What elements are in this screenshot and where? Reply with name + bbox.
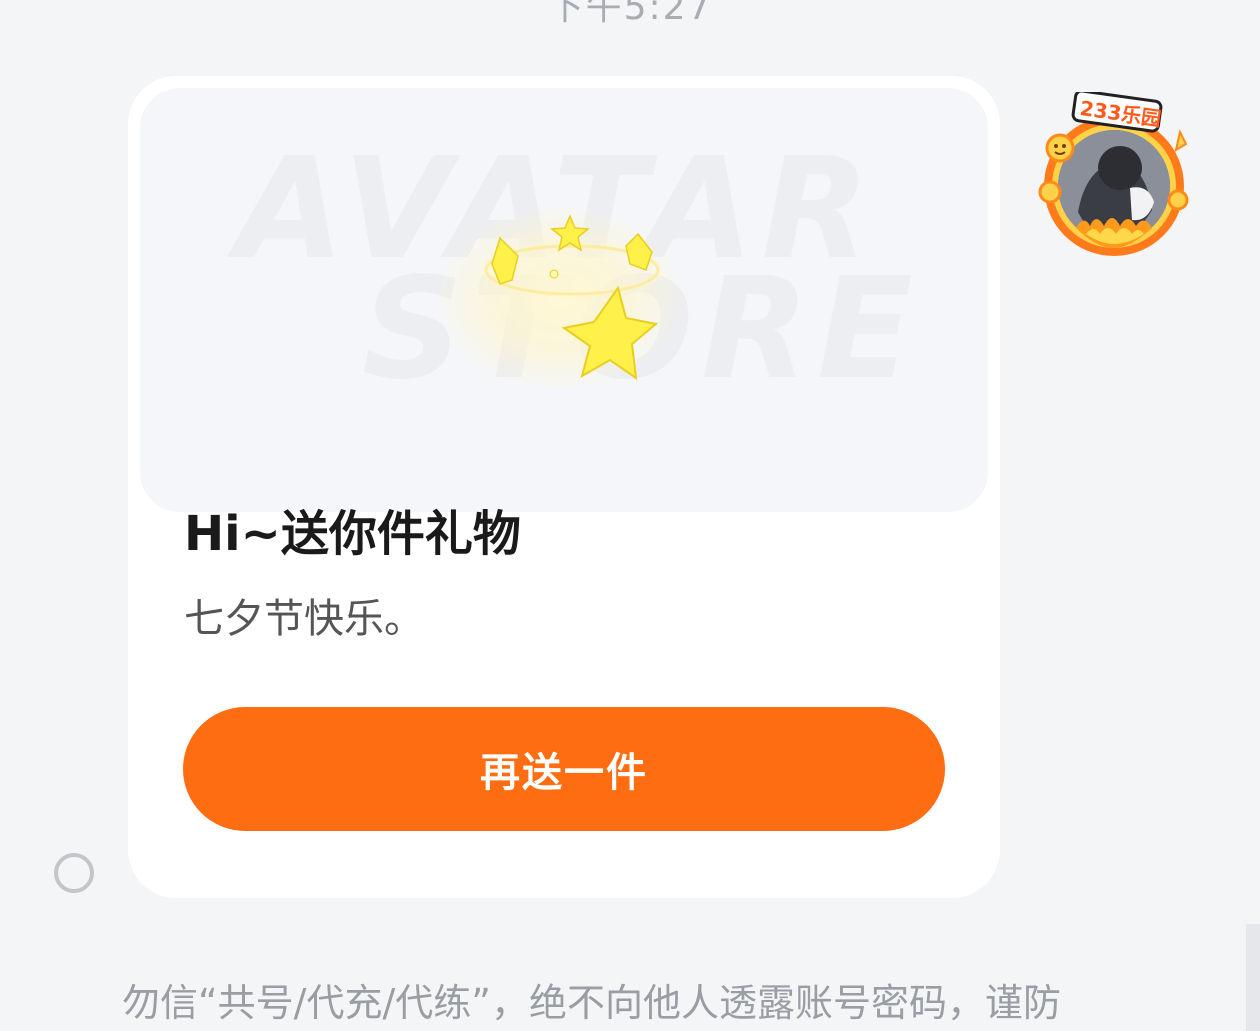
radio-circle-icon[interactable]: [54, 853, 94, 893]
gift-message: 七夕节快乐。: [184, 596, 424, 642]
avatar[interactable]: 233乐园: [1030, 89, 1200, 260]
message-timestamp: 下午5:27: [547, 0, 713, 28]
gift-title: Hi~送你件礼物: [184, 506, 521, 562]
scrollbar[interactable]: [1246, 924, 1260, 1031]
resend-gift-button[interactable]: 再送一件: [183, 707, 945, 831]
avatar-frame: 233乐园: [1038, 89, 1189, 256]
stars-halo-icon: [482, 214, 662, 381]
safety-notice: 勿信“共号/代充/代练”，绝不向他人透露账号密码，谨防: [122, 981, 1061, 1025]
gift-preview: AVATAR STORE: [140, 88, 988, 512]
gift-message-card[interactable]: AVATAR STORE Hi~送你件礼物 七夕节快乐。 再送一件: [128, 76, 1000, 898]
